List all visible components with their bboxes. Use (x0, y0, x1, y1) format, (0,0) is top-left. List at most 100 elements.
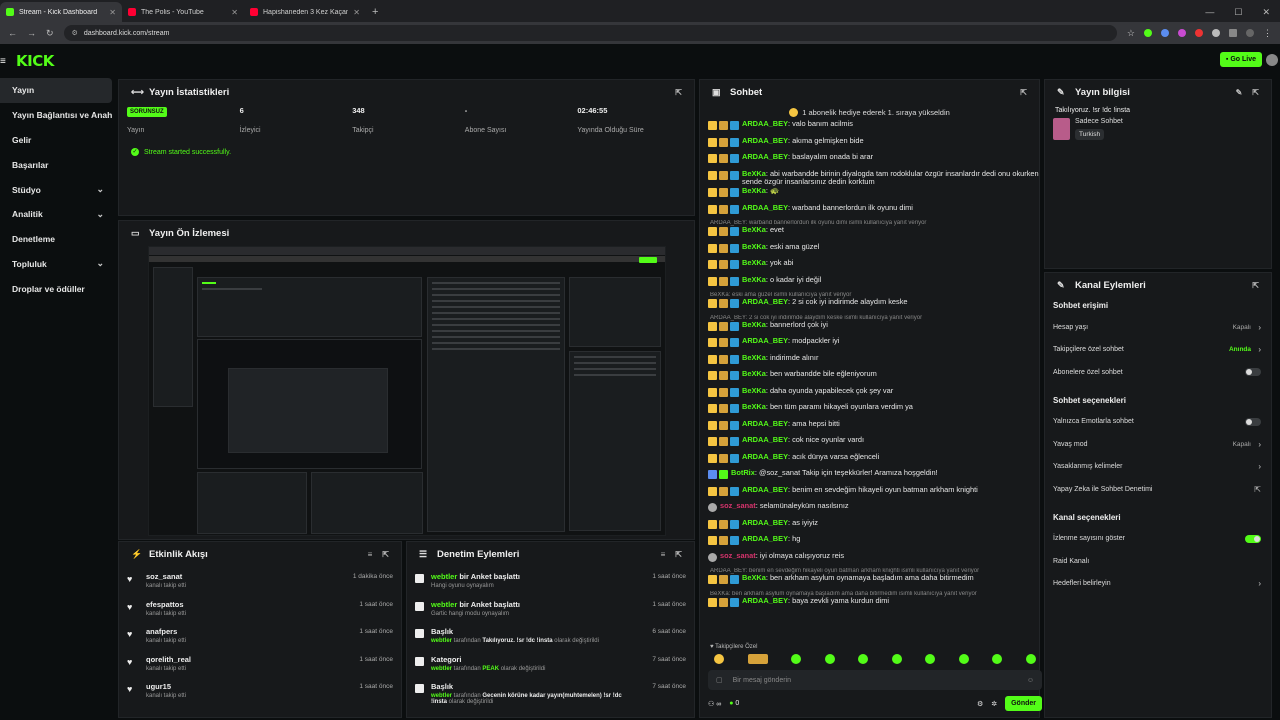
emoji-icon[interactable]: ☺ (1027, 677, 1034, 684)
browser-tab[interactable]: Stream - Kick Dashboard ✕ (0, 2, 122, 22)
new-tab-button[interactable]: + (366, 2, 384, 22)
chevron-right-icon[interactable]: › (1258, 323, 1261, 332)
close-tab-icon[interactable]: ✕ (109, 8, 116, 17)
activity-user[interactable]: qorelith_real (146, 655, 191, 664)
chat-username[interactable]: ARDAA_BEY (742, 518, 788, 527)
extension-icon[interactable] (1178, 29, 1186, 37)
chat-username[interactable]: ARDAA_BEY (742, 452, 788, 461)
back-icon[interactable]: ← (8, 28, 17, 38)
activity-user[interactable]: soz_sanat (146, 572, 186, 581)
toggle-switch[interactable] (1245, 534, 1261, 543)
chat-input[interactable]: ▢ Bir mesaj gönderin ☺ (708, 670, 1042, 690)
site-info-icon[interactable]: ⚙ (72, 29, 78, 37)
extension-icon[interactable] (1144, 29, 1152, 37)
external-link-icon[interactable]: ⇱ (1254, 485, 1261, 494)
extensions-puzzle-icon[interactable] (1229, 29, 1237, 37)
kick-logo[interactable]: KICK (16, 52, 54, 70)
emote-icon[interactable] (858, 654, 869, 664)
chat-username[interactable]: BeXKa (742, 353, 766, 362)
setting-row[interactable]: Hedefleri belirleyin › (1045, 573, 1271, 596)
close-tab-icon[interactable]: ✕ (231, 8, 238, 17)
extension-icon[interactable] (1212, 29, 1220, 37)
chat-username[interactable]: ARDAA_BEY (742, 336, 788, 345)
chat-username[interactable]: ARDAA_BEY (742, 435, 788, 444)
chat-username[interactable]: ARDAA_BEY (742, 297, 788, 306)
setting-row[interactable]: Takipçilere özel sohbet Anında › (1045, 339, 1271, 362)
sidebar-item[interactable]: Stüdyo ⌄ (0, 177, 112, 202)
toggle-switch[interactable] (1245, 368, 1261, 377)
chat-username[interactable]: ARDAA_BEY (742, 120, 788, 128)
chat-username[interactable]: ARDAA_BEY (742, 419, 788, 428)
popout-icon[interactable]: ⇱ (1252, 281, 1259, 290)
bookmark-star-icon[interactable]: ☆ (1127, 28, 1135, 39)
browser-tab[interactable]: The Polis - YouTube ✕ (122, 2, 244, 22)
chat-username[interactable]: ARDAA_BEY (742, 152, 788, 161)
emote-icon[interactable] (747, 654, 768, 664)
go-live-button[interactable]: ▪ Go Live (1219, 52, 1262, 67)
sidebar-item[interactable]: Gelir (0, 128, 112, 153)
filter-icon[interactable]: ≡ (368, 550, 373, 559)
popout-icon[interactable]: ⇱ (675, 88, 682, 97)
chat-username[interactable]: BeXKa (742, 258, 766, 267)
chat-username[interactable]: BeXKa (742, 275, 766, 284)
moderation-user[interactable]: webtler (431, 572, 457, 581)
reload-icon[interactable]: ↻ (46, 28, 54, 39)
send-button[interactable]: Gönder (1005, 696, 1042, 711)
url-field[interactable]: ⚙ dashboard.kick.com/stream (63, 25, 1117, 41)
stream-preview-video[interactable] (148, 246, 666, 536)
minimize-icon[interactable]: — (1205, 7, 1214, 17)
filter-icon[interactable]: ≡ (661, 550, 666, 559)
mod-tools-icon[interactable]: ✲ (991, 700, 997, 708)
sidebar-item[interactable]: Droplar ve ödüller (0, 276, 112, 301)
activity-user[interactable]: efespattos (146, 600, 186, 609)
popout-icon[interactable]: ⇱ (675, 550, 682, 559)
chevron-right-icon[interactable]: › (1258, 579, 1261, 588)
chat-username[interactable]: BotRix (731, 468, 755, 477)
chat-username[interactable]: ARDAA_BEY (742, 485, 788, 494)
popout-icon[interactable]: ⇱ (1020, 88, 1027, 97)
chat-username[interactable]: BeXKa (742, 242, 766, 251)
toggle-switch[interactable] (1245, 417, 1261, 426)
browser-menu-icon[interactable]: ⋮ (1263, 28, 1272, 39)
moderation-user[interactable]: webtler (431, 638, 452, 644)
setting-row[interactable]: Raid Kanalı (1045, 550, 1271, 573)
chat-username[interactable]: BeXKa (742, 402, 766, 411)
chat-username[interactable]: soz_sanat (720, 551, 756, 560)
chevron-right-icon[interactable]: › (1258, 462, 1261, 471)
emote-icon[interactable] (1025, 654, 1036, 664)
emote-icon[interactable] (791, 654, 802, 664)
sidebar-item[interactable]: Yayın (0, 78, 112, 103)
sidebar-item[interactable]: Topluluk ⌄ (0, 252, 112, 277)
chat-username[interactable]: BeXKa (742, 225, 766, 234)
chat-username[interactable]: BeXKa (742, 386, 766, 395)
chat-username[interactable]: ARDAA_BEY (742, 136, 788, 145)
browser-tab[interactable]: Hapishaneden 3 Kez Kaçan Ad... ✕ (244, 2, 366, 22)
popout-icon[interactable]: ⇱ (382, 550, 389, 559)
chat-username[interactable]: ARDAA_BEY (742, 203, 788, 212)
settings-icon[interactable]: ⚙ (977, 700, 983, 708)
setting-row[interactable]: İzlenme sayısını göster (1045, 528, 1271, 551)
emote-icon[interactable] (891, 654, 902, 664)
activity-user[interactable]: anafpers (146, 627, 186, 636)
moderation-user[interactable]: webtler (431, 666, 452, 672)
emote-icon[interactable] (824, 654, 835, 664)
close-tab-icon[interactable]: ✕ (353, 8, 360, 17)
emote-icon[interactable] (714, 654, 724, 664)
emote-icon[interactable] (958, 654, 969, 664)
edit-icon[interactable]: ✎ (1236, 88, 1243, 97)
sidebar-item[interactable]: Yayın Bağlantısı ve Anahtarı (0, 103, 112, 128)
profile-icon[interactable] (1246, 29, 1254, 37)
setting-row[interactable]: Yalnızca Emotlarla sohbet (1045, 411, 1271, 434)
sidebar-item[interactable]: Denetleme (0, 227, 112, 252)
chat-username[interactable]: BeXKa (742, 169, 766, 178)
people-icon[interactable]: ⚇ ∞ (708, 700, 721, 708)
chat-username[interactable]: BeXKa (742, 369, 766, 378)
emote-icon[interactable] (925, 654, 936, 664)
chat-username[interactable]: soz_sanat (720, 501, 756, 510)
chat-username[interactable]: BeXKa (742, 186, 766, 195)
avatar[interactable] (1266, 54, 1278, 66)
chat-username[interactable]: BeXKa (742, 320, 766, 329)
setting-row[interactable]: Yasaklanmış kelimeler › (1045, 456, 1271, 479)
chevron-right-icon[interactable]: › (1258, 345, 1261, 354)
chat-username[interactable]: BeXKa (742, 573, 766, 582)
